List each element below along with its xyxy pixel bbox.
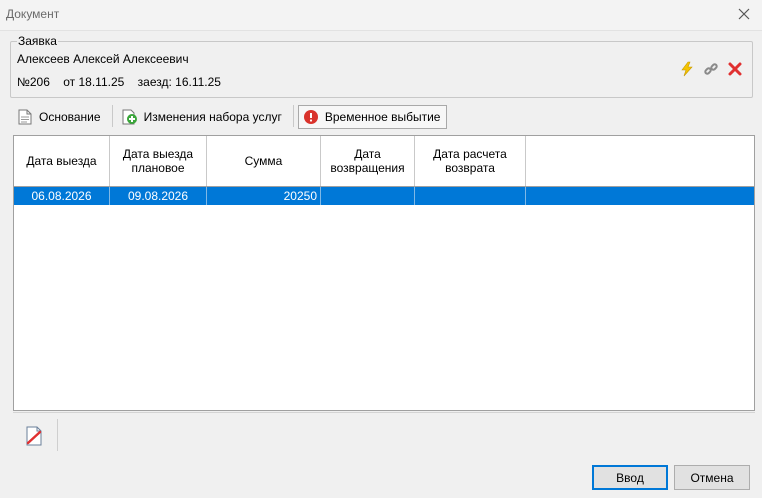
toolbar-divider xyxy=(57,419,58,451)
close-icon xyxy=(738,8,750,20)
column-header-amount[interactable]: Сумма xyxy=(207,136,321,186)
lightning-icon xyxy=(681,61,693,77)
request-info: №206 от 18.11.25 заезд: 16.11.25 xyxy=(17,75,231,89)
delete-button[interactable] xyxy=(726,60,744,78)
link-button[interactable] xyxy=(702,60,720,78)
tab-label: Изменения набора услуг xyxy=(143,110,282,124)
flash-button[interactable] xyxy=(678,60,696,78)
tab-label: Основание xyxy=(39,110,101,124)
request-date: от 18.11.25 xyxy=(63,75,125,89)
column-header-departure[interactable]: Дата выезда xyxy=(14,136,110,186)
departures-grid[interactable]: Дата выезда Дата выезда плановое Сумма Д… xyxy=(13,135,755,411)
cell-filler xyxy=(526,187,754,205)
bottom-toolbar xyxy=(13,412,755,455)
document-icon xyxy=(17,109,33,125)
cell-calc-date xyxy=(415,187,526,205)
column-header-calc-date[interactable]: Дата расчета возврата xyxy=(415,136,526,186)
cancel-button[interactable]: Отмена xyxy=(674,465,750,490)
window-title: Документ xyxy=(6,7,60,21)
request-number: №206 xyxy=(17,75,50,89)
groupbox-legend: Заявка xyxy=(17,34,58,48)
column-header-return[interactable]: Дата возвращения xyxy=(321,136,415,186)
add-icon xyxy=(122,109,138,125)
tab-temporary-departure[interactable]: Временное выбытие xyxy=(297,105,448,129)
link-icon xyxy=(704,63,718,75)
warning-icon xyxy=(303,109,319,125)
cell-return xyxy=(321,187,415,205)
close-button[interactable] xyxy=(734,4,754,24)
request-groupbox: Заявка Алексеев Алексей Алексеевич №206 … xyxy=(10,35,753,98)
request-actions xyxy=(678,60,744,78)
guest-name: Алексеев Алексей Алексеевич xyxy=(17,52,189,66)
tab-divider xyxy=(292,105,294,127)
grid-header: Дата выезда Дата выезда плановое Сумма Д… xyxy=(14,136,754,187)
tab-service-changes[interactable]: Изменения набора услуг xyxy=(117,105,289,129)
cell-amount: 20250 xyxy=(207,187,321,205)
tab-divider xyxy=(111,105,113,127)
delete-document-icon xyxy=(26,426,42,446)
column-header-planned[interactable]: Дата выезда плановое xyxy=(110,136,207,186)
delete-icon xyxy=(728,62,742,76)
arrival-date: заезд: 16.11.25 xyxy=(137,75,221,89)
table-row[interactable]: 06.08.2026 09.08.2026 20250 xyxy=(14,187,754,205)
cell-departure: 06.08.2026 xyxy=(14,187,110,205)
delete-record-button[interactable] xyxy=(21,423,47,449)
tab-basis[interactable]: Основание xyxy=(12,105,108,129)
cell-planned: 09.08.2026 xyxy=(110,187,207,205)
ok-button[interactable]: Ввод xyxy=(592,465,668,490)
tab-label: Временное выбытие xyxy=(324,110,441,124)
title-bar: Документ xyxy=(0,0,762,31)
tab-strip: Основание Изменения набора услуг Временн… xyxy=(12,105,451,129)
